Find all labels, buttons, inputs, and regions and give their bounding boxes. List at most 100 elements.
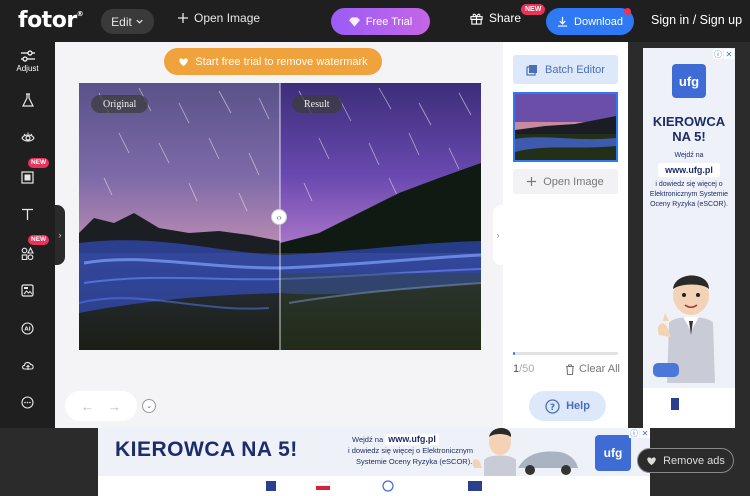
batch-panel: Batch Editor Open Image 1/50 Clear All ?… [503, 42, 628, 428]
bottom-ad-headline: KIEROWCA NA 5! [115, 438, 298, 461]
result-tag: Result [292, 95, 342, 113]
ad-footer [643, 388, 735, 428]
free-trial-button[interactable]: Free Trial [331, 8, 430, 35]
top-bar: fotor® Edit Open Image Free Trial Share … [0, 0, 750, 42]
remove-watermark-button[interactable]: Start free trial to remove watermark [164, 48, 382, 75]
image-thumbnail[interactable] [513, 92, 618, 162]
sliders-icon [20, 50, 35, 62]
watermark-label: Start free trial to remove watermark [195, 55, 368, 68]
chevron-down-icon [136, 19, 143, 24]
diamond-icon [348, 16, 360, 27]
photo-comparison[interactable]: Original Result ‹› [79, 83, 481, 350]
layers-icon [526, 64, 538, 76]
download-icon [557, 16, 568, 27]
flask-icon [21, 93, 34, 107]
svg-text:AI: AI [24, 327, 30, 333]
plus-icon [178, 13, 188, 23]
help-button[interactable]: ? Help [529, 391, 606, 421]
bottom-ad-text: Wejdź na www.ufg.pl i dowiedz się więcej… [348, 434, 474, 466]
upload-progress-fill [513, 352, 516, 355]
text-icon [22, 208, 33, 220]
ad-url: www.ufg.pl [658, 163, 720, 177]
tool-beauty[interactable] [0, 132, 55, 144]
tool-adjust[interactable]: Adjust [0, 50, 55, 73]
left-toolbar: Adjust NEW NEW AI [0, 42, 55, 428]
elements-new-badge: NEW [28, 235, 50, 245]
plus-icon [527, 177, 537, 186]
gift-icon [470, 13, 483, 25]
eye-icon [20, 132, 35, 142]
undo-redo-group: ← → [65, 391, 137, 421]
batch-editor-button[interactable]: Batch Editor [513, 55, 618, 84]
side-advertisement[interactable]: ⓘ ✕ ufg KIEROWCA NA 5! Wejdź na www.ufg.p… [643, 48, 735, 428]
undo-arrow-icon[interactable]: ← [81, 399, 94, 414]
eu-flag-icon [671, 398, 679, 410]
tool-frames[interactable] [0, 171, 55, 184]
signin-link[interactable]: Sign in / Sign up [651, 13, 742, 27]
bottom-ad-url: www.ufg.pl [385, 434, 439, 445]
remove-ads-button[interactable]: Remove ads [637, 448, 734, 473]
tool-cloud[interactable] [0, 359, 55, 371]
more-icon [21, 396, 34, 409]
bottom-ad-choices[interactable]: ⓘ ✕ [629, 428, 650, 438]
clear-all-button[interactable]: Clear All [565, 363, 620, 375]
redo-arrow-icon[interactable]: → [108, 399, 121, 414]
tool-effects[interactable] [0, 93, 55, 107]
open-image-label: Open Image [194, 11, 261, 25]
remove-ads-label: Remove ads [663, 454, 725, 467]
history-dropdown-icon[interactable]: ⌄ [142, 399, 156, 413]
bottom-ad-close-icon[interactable]: ✕ [640, 428, 650, 438]
upload-image-icon [21, 284, 34, 297]
heart-icon [647, 456, 656, 465]
free-trial-label: Free Trial [365, 15, 413, 28]
frame-icon [21, 171, 34, 184]
edit-menu-button[interactable]: Edit [101, 9, 154, 34]
elements-icon [21, 247, 34, 260]
ai-icon: AI [21, 322, 34, 335]
bottom-ad-info-icon: ⓘ [629, 428, 639, 438]
bottom-ufg-logo: ufg [595, 435, 631, 471]
original-tag: Original [91, 95, 149, 113]
collapse-right-panel-button[interactable]: › [493, 205, 503, 265]
share-button[interactable]: Share [470, 11, 521, 25]
ad-text-2: i dowiedz się więcej o Elektronicznym Sy… [649, 181, 729, 208]
clear-all-label: Clear All [579, 363, 620, 375]
heart-icon [179, 57, 188, 66]
thumbnail-photo [515, 94, 616, 160]
editing-canvas: Start free trial to remove watermark Ori… [55, 42, 503, 428]
ad-text-1: Wejdź na [674, 152, 704, 159]
tool-elements[interactable] [0, 247, 55, 260]
fotor-logo[interactable]: fotor® [18, 8, 84, 33]
tool-ai[interactable]: AI [0, 322, 55, 335]
batch-editor-label: Batch Editor [545, 63, 605, 76]
trash-icon [566, 363, 574, 375]
tool-more[interactable] [0, 396, 55, 409]
cartoon-driver-illustration [653, 275, 715, 383]
share-label: Share [489, 11, 522, 25]
collapse-left-panel-button[interactable]: › [55, 205, 65, 265]
notification-dot [624, 8, 631, 15]
panel-open-image-button[interactable]: Open Image [513, 169, 618, 194]
ad-choices[interactable]: ⓘ ✕ [713, 49, 734, 59]
download-label: Download [574, 15, 623, 28]
download-button[interactable]: Download [546, 8, 634, 35]
ad-close-icon[interactable]: ✕ [724, 49, 734, 59]
edit-label: Edit [111, 14, 132, 29]
share-new-badge: NEW [521, 4, 546, 15]
bottom-advertisement[interactable]: KIEROWCA NA 5! Wejdź na www.ufg.pl i dow… [98, 428, 650, 496]
help-label: Help [566, 400, 590, 412]
image-count: 1/50 [513, 363, 535, 375]
panel-open-image-label: Open Image [543, 175, 604, 188]
tool-adjust-label: Adjust [16, 64, 39, 73]
svg-text:?: ? [550, 402, 555, 412]
open-image-button[interactable]: Open Image [178, 11, 260, 25]
ufg-logo: ufg [672, 64, 706, 98]
compare-slider-handle[interactable]: ‹› [271, 209, 287, 225]
tool-upload[interactable] [0, 284, 55, 297]
frames-new-badge: NEW [28, 158, 50, 168]
bottom-ad-car-illustration [472, 428, 578, 476]
question-icon: ? [545, 398, 560, 414]
tool-text[interactable] [0, 208, 55, 221]
ad-info-icon: ⓘ [713, 49, 723, 59]
upload-progress-bar [513, 352, 618, 355]
